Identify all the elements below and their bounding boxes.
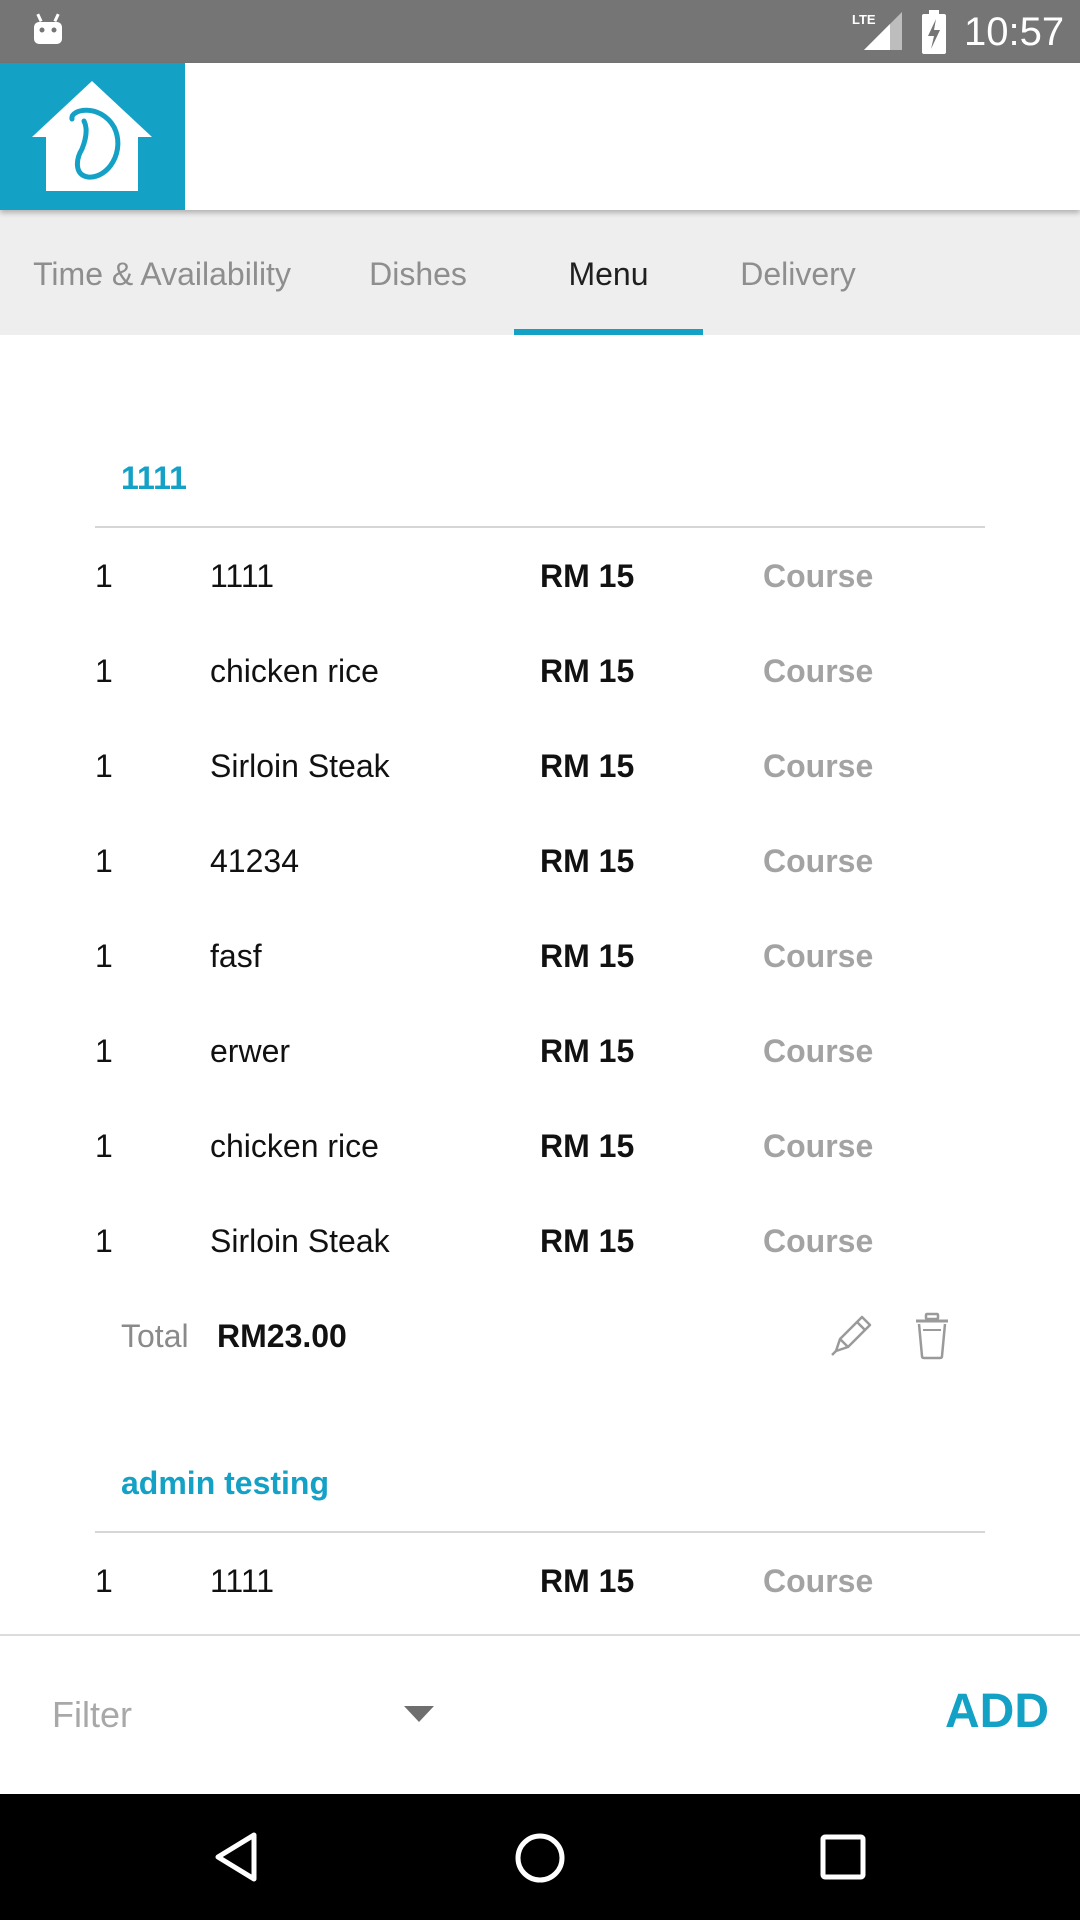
item-name: Sirloin Steak (210, 1223, 390, 1259)
filter-placeholder: Filter (52, 1694, 132, 1735)
item-name: 1111 (210, 558, 275, 594)
menu-group-title[interactable]: admin testing (121, 1465, 329, 1502)
item-type: Course (763, 938, 874, 974)
tab-dishes[interactable]: Dishes (340, 210, 496, 335)
item-type: Course (763, 748, 874, 784)
android-icon (34, 13, 62, 44)
app-bar (0, 63, 1080, 210)
item-qty: 1 (95, 1223, 113, 1259)
item-type: Course (763, 1563, 874, 1599)
menu-list[interactable]: 1111 1 1111 RM 15 Course 1 chicken rice … (0, 335, 1080, 1635)
item-name: chicken rice (210, 653, 379, 689)
item-qty: 1 (95, 1563, 113, 1599)
table-row[interactable]: 1 chicken rice RM 15 Course (0, 1128, 1080, 1188)
app-logo-icon (32, 81, 152, 191)
item-name: Sirloin Steak (210, 748, 390, 784)
item-price: RM 15 (540, 748, 635, 784)
item-type: Course (763, 1033, 874, 1069)
total-value: RM23.00 (217, 1318, 347, 1354)
item-type: Course (763, 843, 874, 879)
item-type: Course (763, 1128, 874, 1164)
item-type: Course (763, 1223, 874, 1259)
item-price: RM 15 (540, 843, 635, 879)
edit-icon[interactable] (828, 1311, 876, 1359)
table-row[interactable]: 1 41234 RM 15 Course (0, 843, 1080, 903)
tab-time-availability[interactable]: Time & Availability (14, 210, 310, 335)
filter-dropdown[interactable]: Filter (52, 1686, 444, 1746)
table-row[interactable]: 1 fasf RM 15 Course (0, 938, 1080, 998)
table-row[interactable]: 1 Sirloin Steak RM 15 Course (0, 748, 1080, 808)
item-name: 41234 (210, 843, 299, 879)
back-icon[interactable] (214, 1832, 258, 1882)
divider (95, 1531, 985, 1533)
recents-icon[interactable] (820, 1834, 866, 1880)
item-name: chicken rice (210, 1128, 379, 1164)
item-price: RM 15 (540, 1033, 635, 1069)
total-label: Total (121, 1318, 189, 1354)
table-row[interactable]: 1 Sirloin Steak RM 15 Course (0, 1223, 1080, 1283)
item-name: erwer (210, 1033, 291, 1069)
delete-icon[interactable] (914, 1312, 950, 1360)
tab-menu[interactable]: Menu (514, 210, 703, 335)
item-type: Course (763, 558, 874, 594)
divider (95, 526, 985, 528)
item-qty: 1 (95, 653, 113, 689)
bottom-bar: Filter ADD (0, 1634, 1080, 1796)
item-price: RM 15 (540, 1563, 635, 1599)
navigation-bar (0, 1794, 1080, 1920)
tab-bar: Time & Availability Dishes Menu Delivery (0, 210, 1080, 335)
item-qty: 1 (95, 1128, 113, 1164)
item-price: RM 15 (540, 1223, 635, 1259)
tab-delivery[interactable]: Delivery (720, 210, 876, 335)
item-qty: 1 (95, 1033, 113, 1069)
item-price: RM 15 (540, 653, 635, 689)
clock: 10:57 (964, 10, 1065, 54)
item-qty: 1 (95, 558, 113, 594)
item-type: Course (763, 653, 874, 689)
svg-text:LTE: LTE (852, 12, 876, 27)
item-name: 1111 (210, 1563, 275, 1599)
status-bar: LTE 10:57 (0, 0, 1080, 63)
item-qty: 1 (95, 843, 113, 879)
menu-group-title[interactable]: 1111 (121, 460, 187, 497)
item-price: RM 15 (540, 1128, 635, 1164)
item-price: RM 15 (540, 938, 635, 974)
lte-signal-icon: LTE (852, 12, 902, 50)
table-row[interactable]: 1 1111 RM 15 Course (0, 1563, 1080, 1623)
table-row[interactable]: 1 chicken rice RM 15 Course (0, 653, 1080, 713)
table-row[interactable]: 1 erwer RM 15 Course (0, 1033, 1080, 1093)
battery-charging-icon (922, 10, 946, 54)
home-icon[interactable] (514, 1832, 566, 1884)
item-name: fasf (210, 938, 262, 974)
chevron-down-icon (404, 1706, 434, 1722)
add-button[interactable]: ADD (945, 1684, 1049, 1739)
item-qty: 1 (95, 938, 113, 974)
app-logo[interactable] (0, 63, 185, 210)
item-price: RM 15 (540, 558, 635, 594)
item-qty: 1 (95, 748, 113, 784)
table-row[interactable]: 1 1111 RM 15 Course (0, 558, 1080, 618)
